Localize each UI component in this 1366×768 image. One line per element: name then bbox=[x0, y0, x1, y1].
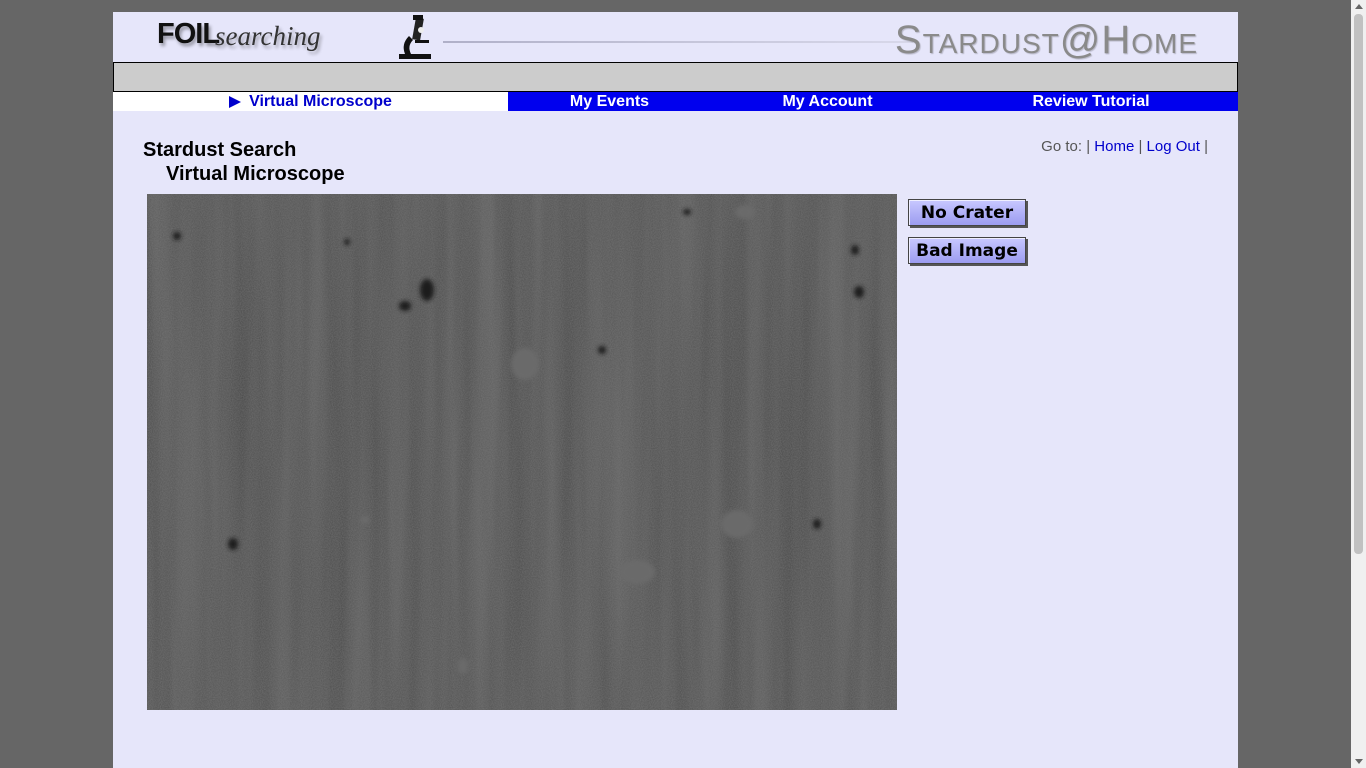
stardust-home-logo: Stardust@Home bbox=[894, 18, 1198, 62]
foil-logo-text: FOIL bbox=[157, 18, 220, 50]
nav-my-account[interactable]: My Account bbox=[711, 92, 944, 111]
banner-divider-line bbox=[443, 41, 913, 43]
goto-separator: | bbox=[1086, 138, 1091, 155]
page-container: FOIL searching Stardust@Home Virtual Mic… bbox=[113, 12, 1238, 768]
page-title: Stardust Search bbox=[143, 139, 297, 161]
nav-label: My Events bbox=[569, 92, 650, 110]
nav-label: Virtual Microscope bbox=[249, 92, 392, 110]
goto-prefix: Go to: bbox=[1041, 138, 1083, 155]
site-banner: FOIL searching Stardust@Home bbox=[113, 12, 1238, 62]
home-link[interactable]: Home bbox=[1094, 138, 1134, 155]
goto-separator: | bbox=[1204, 138, 1208, 155]
microscope-icon bbox=[399, 15, 431, 59]
bad-image-button[interactable]: Bad Image bbox=[908, 237, 1026, 264]
foil-microscope-image bbox=[147, 194, 897, 710]
searching-logo-text: searching bbox=[215, 21, 321, 51]
nav-label: My Account bbox=[782, 92, 873, 110]
page-subtitle: Virtual Microscope bbox=[166, 163, 345, 185]
nav-my-events[interactable]: My Events bbox=[508, 92, 711, 111]
header-bar bbox=[113, 62, 1238, 92]
scroll-up-icon[interactable] bbox=[1355, 4, 1363, 9]
scroll-down-icon[interactable] bbox=[1355, 759, 1363, 764]
main-nav: Virtual Microscope My Events My Account … bbox=[113, 92, 1238, 111]
goto-separator: | bbox=[1138, 138, 1143, 155]
nav-review-tutorial[interactable]: Review Tutorial bbox=[944, 92, 1238, 111]
play-arrow-icon bbox=[229, 95, 242, 108]
nav-virtual-microscope[interactable]: Virtual Microscope bbox=[113, 92, 508, 111]
log-out-link[interactable]: Log Out bbox=[1147, 138, 1200, 155]
microscope-image-viewer[interactable] bbox=[147, 194, 897, 710]
no-crater-button[interactable]: No Crater bbox=[908, 199, 1026, 226]
scrollbar-thumb[interactable] bbox=[1354, 14, 1363, 554]
goto-links: Go to: | Home | Log Out | bbox=[1041, 138, 1208, 155]
nav-label: Review Tutorial bbox=[1032, 92, 1150, 110]
page-scrollbar[interactable] bbox=[1351, 0, 1366, 768]
